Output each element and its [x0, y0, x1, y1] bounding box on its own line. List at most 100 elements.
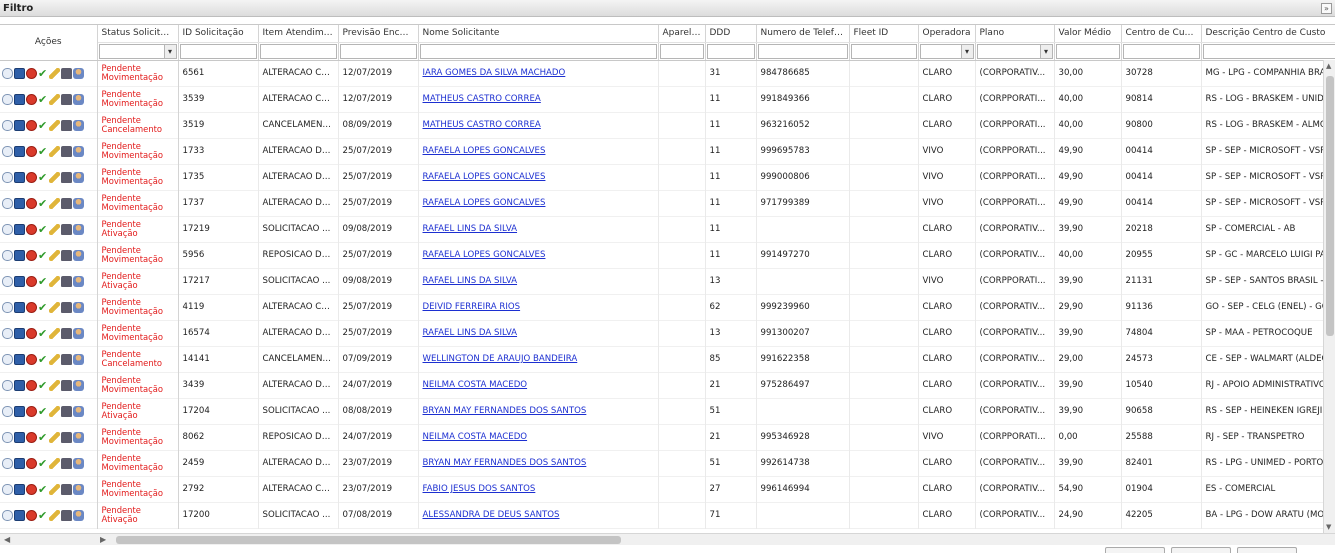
vertical-scrollbar[interactable]: ▲ ▼ — [1323, 60, 1335, 533]
column-header-plano[interactable]: Plano — [975, 25, 1055, 43]
chat-icon[interactable] — [2, 119, 13, 131]
column-header-nome[interactable]: Nome Solicitante — [418, 25, 659, 43]
table-row[interactable]: ✔ Pendente Ativação 17204 SOLICITACAO ... 08… — [0, 398, 1335, 424]
column-header-aparelho[interactable]: Aparelho — [658, 25, 706, 43]
check-icon[interactable]: ✔ — [38, 146, 48, 157]
table-row[interactable]: ✔ Pendente Movimentação 3439 ALTERACAO DE..… — [0, 372, 1335, 398]
table-row[interactable]: ✔ Pendente Movimentação 2792 ALTERACAO CE..… — [0, 476, 1335, 502]
check-icon[interactable]: ✔ — [38, 172, 48, 183]
check-icon[interactable]: ✔ — [38, 406, 48, 417]
filter-input-centro[interactable] — [1122, 43, 1200, 59]
table-row[interactable]: ✔ Pendente Movimentação 1737 ALTERACAO DE..… — [0, 190, 1335, 216]
chat-icon[interactable] — [2, 93, 13, 105]
table-row[interactable]: ✔ Pendente Movimentação 1733 ALTERACAO DE..… — [0, 138, 1335, 164]
chat-icon[interactable] — [2, 171, 13, 183]
column-header-descricao[interactable]: Descrição Centro de Custo — [1201, 25, 1335, 43]
column-header-id[interactable]: ID Solicitação — [178, 25, 259, 43]
chat-icon[interactable] — [2, 249, 13, 261]
pencil-icon[interactable] — [49, 145, 60, 157]
column-header-status[interactable]: Status Solicitação — [97, 25, 179, 43]
check-icon[interactable]: ✔ — [38, 224, 48, 235]
check-icon[interactable]: ✔ — [38, 94, 48, 105]
stop-icon[interactable] — [26, 353, 37, 365]
stop-icon[interactable] — [26, 379, 37, 391]
book-icon[interactable] — [14, 379, 25, 391]
column-header-fleet[interactable]: Fleet ID — [849, 25, 919, 43]
requester-link[interactable]: RAFAELA LOPES GONCALVES — [423, 250, 546, 260]
phone-icon[interactable] — [61, 119, 72, 131]
chat-icon[interactable] — [2, 275, 13, 287]
requester-link[interactable]: IARA GOMES DA SILVA MACHADO — [423, 68, 566, 78]
pencil-icon[interactable] — [49, 197, 60, 209]
pencil-icon[interactable] — [49, 379, 60, 391]
requester-link[interactable]: NEILMA COSTA MACEDO — [423, 380, 528, 390]
filter-input-telefone[interactable] — [757, 43, 848, 59]
stop-icon[interactable] — [26, 483, 37, 495]
book-icon[interactable] — [14, 431, 25, 443]
requester-link[interactable]: NEILMA COSTA MACEDO — [423, 432, 528, 442]
chat-icon[interactable] — [2, 327, 13, 339]
person-icon[interactable] — [73, 93, 84, 105]
table-row[interactable]: ✔ Pendente Ativação 17200 SOLICITACAO ... 07… — [0, 502, 1335, 528]
check-icon[interactable]: ✔ — [38, 250, 48, 261]
footer-button-2[interactable] — [1171, 547, 1231, 553]
filter-input-aparelho[interactable] — [659, 43, 704, 59]
book-icon[interactable] — [14, 197, 25, 209]
stop-icon[interactable] — [26, 249, 37, 261]
stop-icon[interactable] — [26, 301, 37, 313]
chat-icon[interactable] — [2, 405, 13, 417]
phone-icon[interactable] — [61, 67, 72, 79]
phone-icon[interactable] — [61, 249, 72, 261]
requester-link[interactable]: WELLINGTON DE ARAUJO BANDEIRA — [423, 354, 578, 364]
person-icon[interactable] — [73, 327, 84, 339]
book-icon[interactable] — [14, 249, 25, 261]
filter-input-id[interactable] — [179, 43, 257, 59]
phone-icon[interactable] — [61, 405, 72, 417]
chat-icon[interactable] — [2, 223, 13, 235]
person-icon[interactable] — [73, 509, 84, 521]
check-icon[interactable]: ✔ — [38, 484, 48, 495]
column-header-telefone[interactable]: Numero de Telefone — [756, 25, 850, 43]
book-icon[interactable] — [14, 301, 25, 313]
filter-bar[interactable]: Filtro » — [0, 0, 1335, 17]
person-icon[interactable] — [73, 171, 84, 183]
column-header-ddd[interactable]: DDD — [705, 25, 757, 43]
table-row[interactable]: ✔ Pendente Movimentação 8062 REPOSICAO DE .… — [0, 424, 1335, 450]
stop-icon[interactable] — [26, 197, 37, 209]
filter-select-operadora[interactable] — [919, 43, 974, 59]
scroll-left-icon[interactable]: ◀ — [4, 535, 10, 544]
book-icon[interactable] — [14, 67, 25, 79]
filter-input-fleet[interactable] — [850, 43, 917, 59]
scroll-up-icon[interactable]: ▲ — [1326, 62, 1331, 70]
stop-icon[interactable] — [26, 67, 37, 79]
pencil-icon[interactable] — [49, 275, 60, 287]
person-icon[interactable] — [73, 457, 84, 469]
requester-link[interactable]: FABIO JESUS DOS SANTOS — [423, 484, 536, 494]
stop-icon[interactable] — [26, 223, 37, 235]
chat-icon[interactable] — [2, 483, 13, 495]
filter-input-ddd[interactable] — [706, 43, 755, 59]
book-icon[interactable] — [14, 483, 25, 495]
phone-icon[interactable] — [61, 275, 72, 287]
column-header-valor[interactable]: Valor Médio — [1054, 25, 1122, 43]
pencil-icon[interactable] — [49, 457, 60, 469]
book-icon[interactable] — [14, 327, 25, 339]
requester-link[interactable]: BRYAN MAY FERNANDES DOS SANTOS — [423, 406, 587, 416]
check-icon[interactable]: ✔ — [38, 276, 48, 287]
chat-icon[interactable] — [2, 145, 13, 157]
check-icon[interactable]: ✔ — [38, 198, 48, 209]
filter-input-previsao[interactable] — [339, 43, 417, 59]
footer-button-3[interactable] — [1237, 547, 1297, 553]
table-row[interactable]: ✔ Pendente Movimentação 2459 ALTERACAO DE..… — [0, 450, 1335, 476]
check-icon[interactable]: ✔ — [38, 120, 48, 131]
person-icon[interactable] — [73, 67, 84, 79]
person-icon[interactable] — [73, 353, 84, 365]
person-icon[interactable] — [73, 301, 84, 313]
table-row[interactable]: ✔ Pendente Movimentação 1735 ALTERACAO DE..… — [0, 164, 1335, 190]
column-header-item[interactable]: Item Atendime... — [258, 25, 339, 43]
requester-link[interactable]: BRYAN MAY FERNANDES DOS SANTOS — [423, 458, 587, 468]
chat-icon[interactable] — [2, 509, 13, 521]
chat-icon[interactable] — [2, 301, 13, 313]
book-icon[interactable] — [14, 145, 25, 157]
pencil-icon[interactable] — [49, 119, 60, 131]
